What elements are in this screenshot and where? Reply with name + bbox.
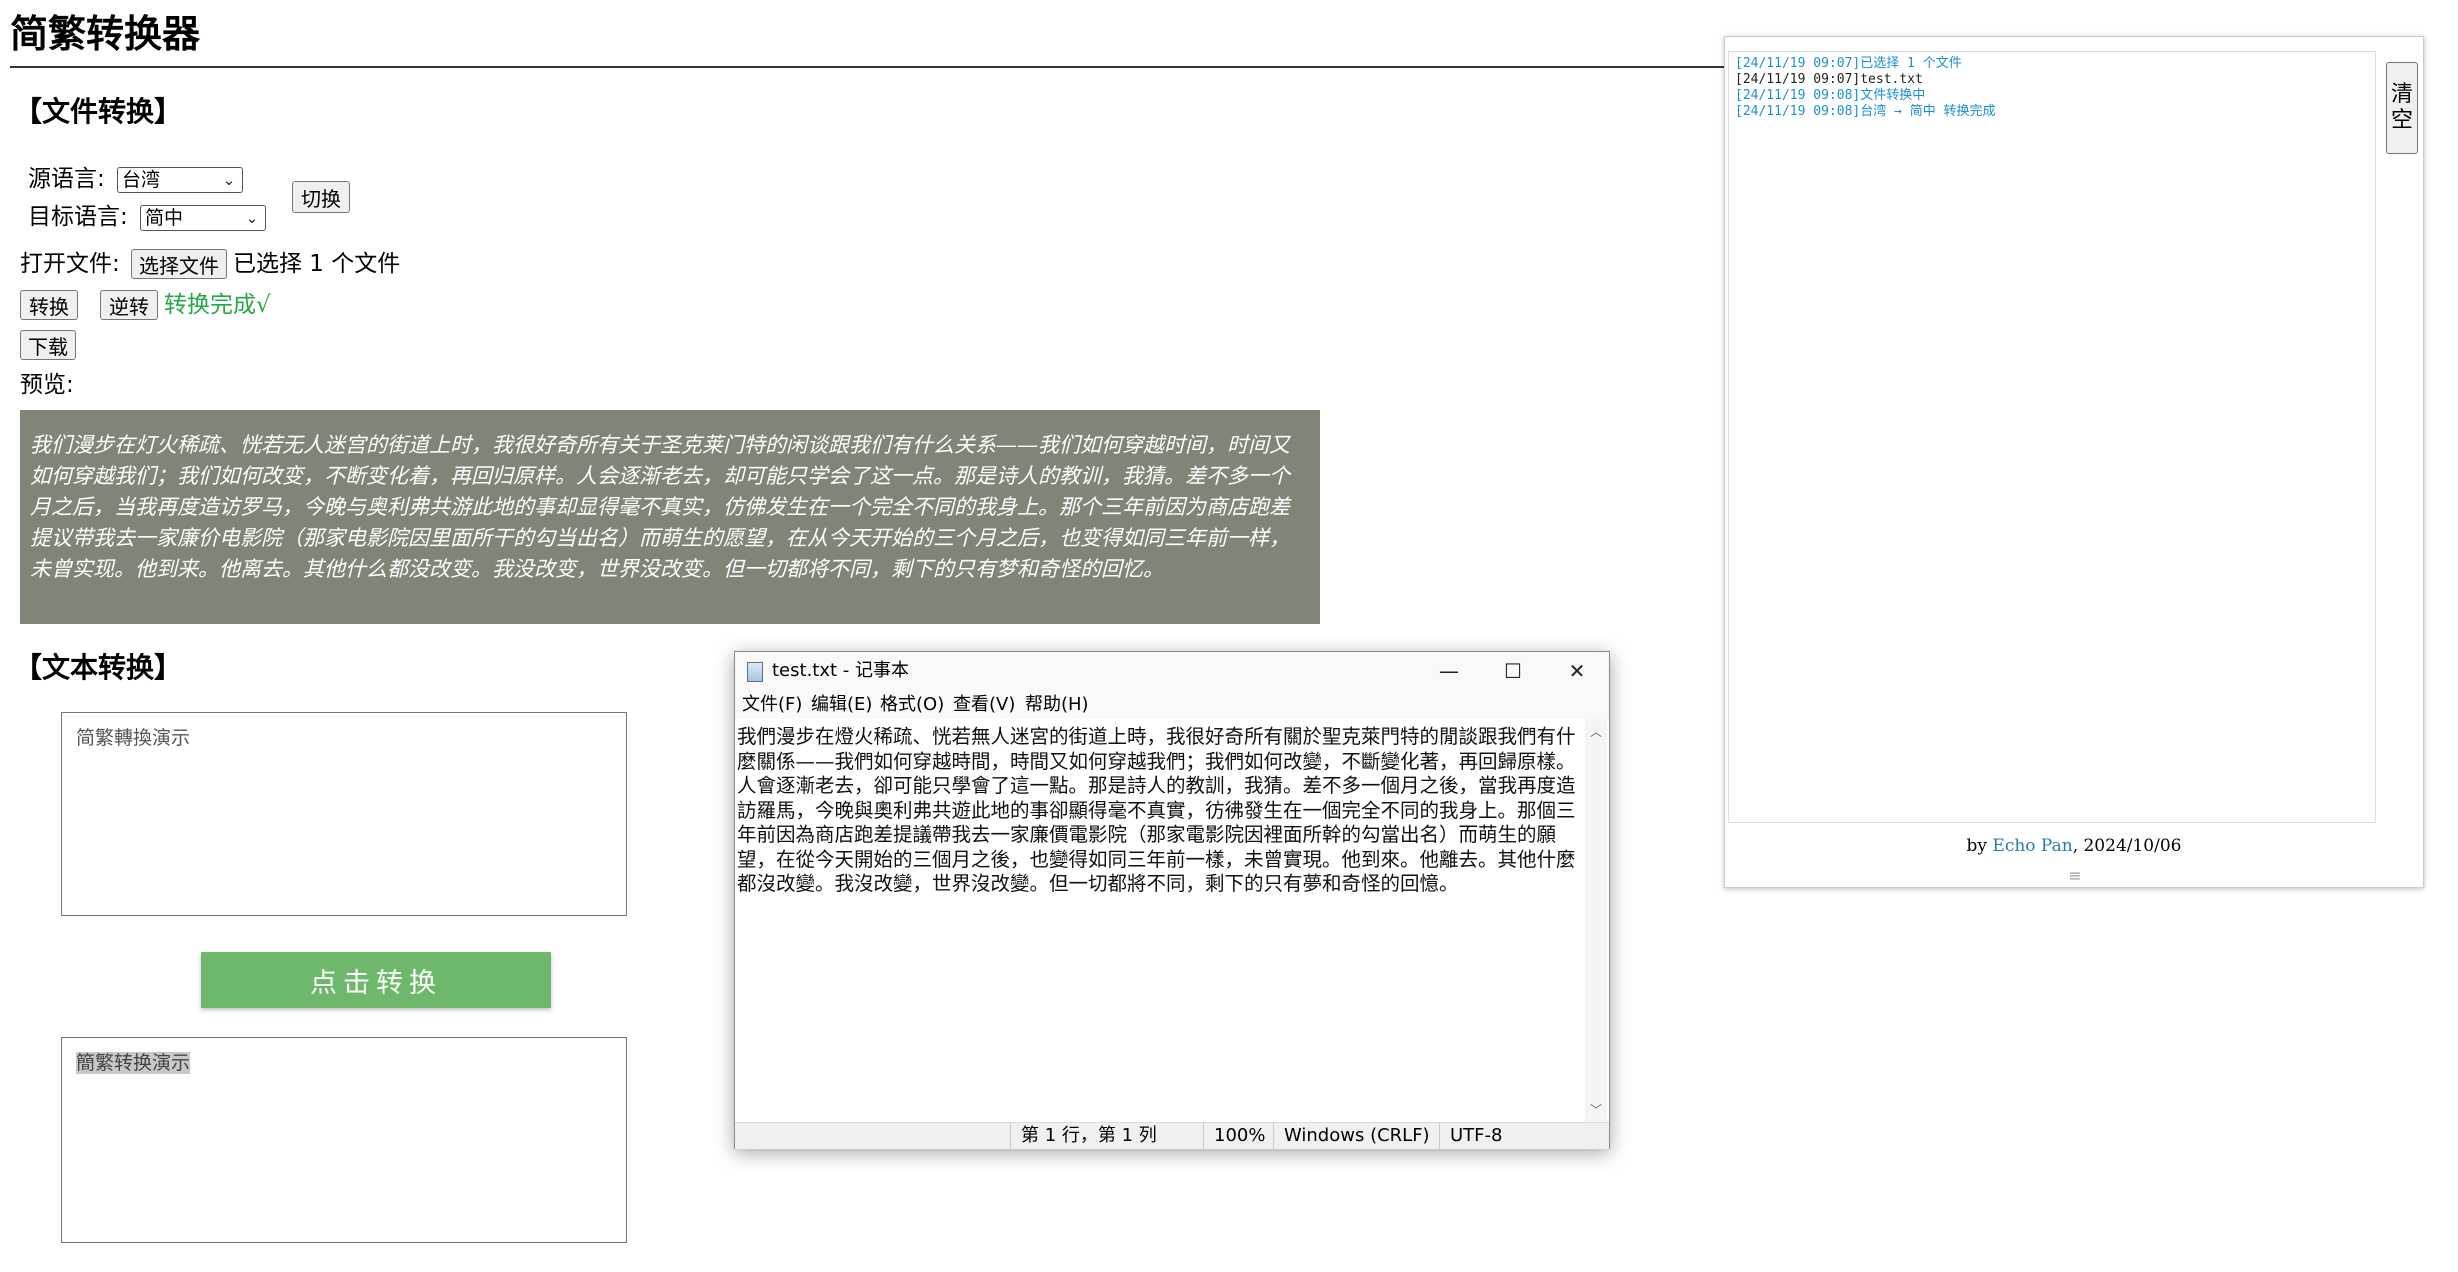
menu-view[interactable]: 查看(V) [953,691,1015,719]
log-entry: [24/11/19 09:07]已选择 1 个文件 [1735,56,1962,71]
vertical-scrollbar[interactable]: ︿ ﹀ [1585,719,1607,1122]
menu-file[interactable]: 文件(F) [742,691,802,719]
notepad-titlebar[interactable]: test.txt - 记事本 — ☐ ✕ [735,652,1609,690]
menu-format[interactable]: 格式(O) [880,691,944,719]
preview-text: 我们漫步在灯火稀疏、恍若无人迷宫的街道上时，我很好奇所有关于圣克莱门特的闲谈跟我… [30,433,1290,581]
title-divider [10,66,1730,68]
open-file-label: 打开文件: [20,251,120,277]
switch-language-button[interactable]: 切换 [292,181,350,213]
credit-date: , 2024/10/06 [2072,836,2182,856]
notepad-text-area[interactable]: 我們漫步在燈火稀疏、恍若無人迷宮的街道上時，我很好奇所有關於聖克萊門特的閒談跟我… [735,719,1609,1122]
file-status: 已选择 1 个文件 [233,251,401,277]
output-textarea[interactable]: 簡繁转换演示 [61,1037,627,1243]
footer-credit: by Echo Pan, 2024/10/06 [1724,834,2424,858]
status-line-ending: Windows (CRLF) [1273,1123,1430,1149]
maximize-icon[interactable]: ☐ [1481,652,1545,690]
log-list[interactable]: [24/11/19 09:07]已选择 1 个文件 [24/11/19 09:0… [1728,51,2376,823]
output-text: 簡繁转换演示 [76,1052,191,1074]
source-language-select[interactable]: 台湾 ⌄ [117,167,243,193]
notepad-content: 我們漫步在燈火稀疏、恍若無人迷宮的街道上時，我很好奇所有關於聖克萊門特的閒談跟我… [737,725,1576,895]
choose-file-button[interactable]: 选择文件 [131,249,227,279]
input-textarea[interactable]: 简繁轉換演示 [61,712,627,916]
menu-help[interactable]: 帮助(H) [1025,691,1089,719]
file-section-title: 【文件转换】 [14,95,183,128]
conversion-done-status: 转换完成√ [164,292,271,318]
notepad-window: test.txt - 记事本 — ☐ ✕ 文件(F) 编辑(E) 格式(O) 查… [734,651,1610,1149]
source-language-label: 源语言: [28,166,105,192]
close-icon[interactable]: ✕ [1545,652,1609,690]
clear-log-label: 清空 [2391,82,2414,133]
log-entry: [24/11/19 09:07]test.txt [1735,72,1923,87]
chevron-down-icon: ⌄ [245,209,259,227]
click-convert-button[interactable]: 点击转换 [201,952,551,1008]
minimize-icon[interactable]: — [1417,652,1481,690]
resize-grip-icon[interactable]: ≡ [2063,868,2087,884]
menu-edit[interactable]: 编辑(E) [811,691,872,719]
app-title: 简繁转换器 [10,12,201,56]
convert-file-button[interactable]: 转换 [20,290,78,320]
scroll-down-icon[interactable]: ﹀ [1585,1101,1607,1118]
target-language-select[interactable]: 简中 ⌄ [140,205,266,231]
preview-panel: 我们漫步在灯火稀疏、恍若无人迷宫的街道上时，我很好奇所有关于圣克莱门特的闲谈跟我… [20,410,1320,624]
source-language-value: 台湾 [122,169,161,191]
preview-label: 预览: [20,372,74,398]
notepad-menubar: 文件(F) 编辑(E) 格式(O) 查看(V) 帮助(H) [735,691,1609,719]
notepad-statusbar: 第 1 行，第 1 列 100% Windows (CRLF) UTF-8 [735,1122,1609,1149]
text-section-title: 【文本转换】 [14,651,183,684]
author-link[interactable]: Echo Pan [1992,836,2072,856]
status-encoding: UTF-8 [1439,1123,1502,1149]
target-language-value: 简中 [145,207,184,229]
status-position: 第 1 行，第 1 列 [1010,1123,1157,1149]
reverse-button[interactable]: 逆转 [100,290,158,320]
log-entry: [24/11/19 09:08]台湾 → 简中 转换完成 [1735,104,1996,119]
credit-prefix: by [1966,836,1993,856]
chevron-down-icon: ⌄ [222,171,236,189]
clear-log-button[interactable]: 清空 [2386,62,2418,154]
notepad-title: test.txt - 记事本 [772,660,909,681]
notepad-file-icon [747,662,763,682]
log-entry: [24/11/19 09:08]文件转换中 [1735,88,1926,103]
scroll-up-icon[interactable]: ︿ [1585,723,1607,740]
download-button[interactable]: 下载 [20,330,76,360]
status-zoom: 100% [1203,1123,1265,1149]
target-language-label: 目标语言: [28,204,128,230]
